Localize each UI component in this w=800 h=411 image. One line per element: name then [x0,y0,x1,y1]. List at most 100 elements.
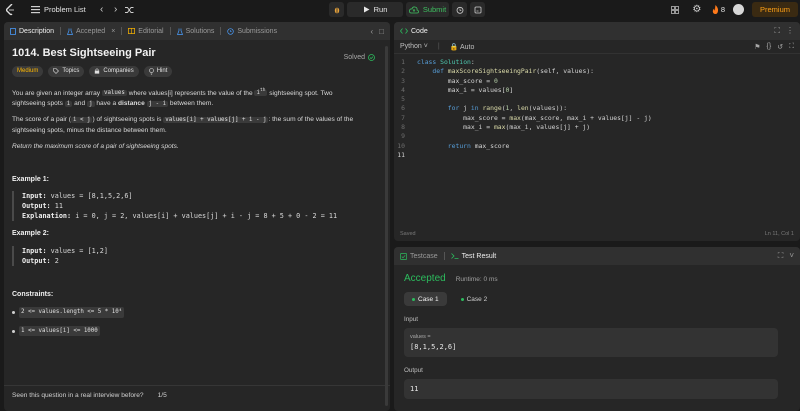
inline-code: j - i [146,100,169,107]
book-icon [128,28,136,34]
bullet-dot [12,329,15,333]
notes-button[interactable] [470,2,485,17]
code-line[interactable]: 11 [394,151,800,160]
format-braces-icon[interactable]: {} [767,43,772,51]
lock-icon: 🔒 [449,43,459,51]
tab-close-accepted[interactable]: × [111,28,115,35]
leetcode-logo-icon[interactable] [6,3,16,16]
problem-tags: Medium Topics Companies Hint [12,65,382,77]
input-box[interactable]: values = [8,1,5,2,6] [404,328,778,357]
line-number: 5 [401,95,405,104]
bookmark-icon[interactable]: ⚑ [754,43,760,51]
tag-icon [53,68,60,74]
example-2-title: Example 2: [12,230,49,238]
bug-icon [334,7,339,13]
tab-code[interactable]: Code [400,28,428,35]
companies-tag[interactable]: Companies [89,65,139,77]
solved-label: Solved [343,54,365,61]
layout-grid-icon[interactable] [668,3,682,17]
text-run: and [74,99,86,107]
line-number: 10 [397,141,405,150]
auto-mode[interactable]: 🔒 Auto [450,43,475,51]
example-1-block: Input: values = [8,1,5,2,6] Output: 11 E… [12,191,382,222]
collapse-panel-icon[interactable]: ‹ [370,27,373,36]
code-line[interactable]: 2 def maxScoreSightseeingPair(self, valu… [394,67,800,76]
user-avatar[interactable] [733,4,744,15]
tab-editorial[interactable]: Editorial [128,28,164,35]
line-number: 1 [401,58,405,66]
text-run: : the sum of the values of the [268,116,354,124]
code-brackets-icon [400,28,408,34]
text-run: where values[i] represents the value of … [128,89,253,97]
flask-icon [67,28,74,35]
code-line[interactable]: 5 [394,95,800,104]
text-run: sightseeing spots, minus the distance be… [12,126,167,134]
debug-button[interactable] [329,2,344,17]
code-text: for j in range(1, len(values)): [447,104,568,113]
next-problem-icon[interactable]: › [109,3,123,17]
fullscreen-icon[interactable]: ⛶ [789,43,794,51]
output-box[interactable]: 11 [404,379,778,399]
timer-button[interactable] [452,2,467,17]
tab-description[interactable]: Description [10,28,54,35]
maximize-icon[interactable]: ⛶ [774,26,780,36]
code-line[interactable]: 9 [394,132,800,141]
code-editor[interactable]: 1 class Solution: 2 def maxScoreSightseein… [394,54,800,160]
description-paragraph-2: The score of a pair (i < j) of sightseei… [12,115,382,136]
hint-tag[interactable]: Hint [143,65,173,77]
editor-toolbar: Python ˅ | 🔒 Auto ⚑ {} ↺ ⛶ [394,40,800,54]
code-line[interactable]: 1 class Solution: [394,58,800,67]
code-line[interactable]: 8 max_i = max(max_i, values[j] + j) [394,123,800,132]
submit-button[interactable]: Submit [406,2,449,17]
code-line[interactable]: 7 max_score = max(max_score, max_i + val… [394,114,800,123]
submit-label: Submit [422,5,447,14]
run-button[interactable]: Run [347,2,403,17]
shuffle-icon[interactable] [123,3,137,17]
premium-button[interactable]: Premium [752,2,798,17]
chevron-down-icon: ˅ [423,43,428,50]
problem-list-link[interactable]: Problem List [44,5,86,14]
expand-panel-icon[interactable]: □ [379,27,384,36]
settings-gear-icon[interactable]: ⚙ [690,3,704,17]
play-icon [363,6,370,13]
problem-title[interactable]: 1014. Best Sightseeing Pair [12,48,382,59]
reset-icon[interactable]: ↺ [777,43,783,51]
streak-counter[interactable]: 8 [712,5,725,14]
case-1-tab[interactable]: Case 1 [404,292,447,306]
maximize-icon[interactable]: ⛶ [778,251,784,261]
output-label: Output [404,367,423,374]
code-line[interactable]: 4 max_i = values[0] [394,86,800,95]
input-variable-value: [8,1,5,2,6] [410,343,457,351]
cloud-upload-icon [408,6,419,13]
collapse-icon[interactable]: ˅ [789,251,794,261]
case-tabs: Case 1 Case 2 [404,292,790,306]
more-options-icon[interactable]: ⋮ [786,26,794,36]
code-line[interactable]: 3 max_score = 0 [394,77,800,86]
case-2-tab[interactable]: Case 2 [453,292,496,306]
tab-divider [220,27,222,35]
description-paragraph-1: You are given an integer array values wh… [12,87,382,110]
note-icon [474,6,481,13]
tab-accepted[interactable]: Accepted [67,28,105,35]
label: Output: [22,256,51,265]
tab-solutions-label: Solutions [185,27,215,35]
language-selector[interactable]: Python ˅ [400,43,428,50]
tab-submissions[interactable]: Submissions [227,28,277,35]
hint-label: Hint [156,67,168,74]
result-header: Accepted Runtime: 0 ms [404,273,790,284]
description-scrollbar[interactable] [385,46,388,406]
code-line[interactable]: 10 return max_score [394,142,800,151]
previous-problem-icon[interactable]: ‹ [95,3,109,17]
code-line[interactable]: 6 for j in range(1, len(values)): [394,104,800,113]
problem-list-icon[interactable] [28,3,42,17]
topics-tag[interactable]: Topics [48,65,85,77]
line-number: 9 [401,132,405,141]
bold-term: distance [118,99,145,107]
tab-divider [443,252,445,260]
constraint-text: 1 <= values[i] <= 1000 [19,325,100,337]
tab-testcase[interactable]: Testcase [400,253,438,260]
example-line: Output: 11 [22,201,382,211]
language-label: Python [400,43,422,50]
tab-test-result[interactable]: Test Result [450,253,496,260]
tab-solutions[interactable]: Solutions [176,27,215,35]
